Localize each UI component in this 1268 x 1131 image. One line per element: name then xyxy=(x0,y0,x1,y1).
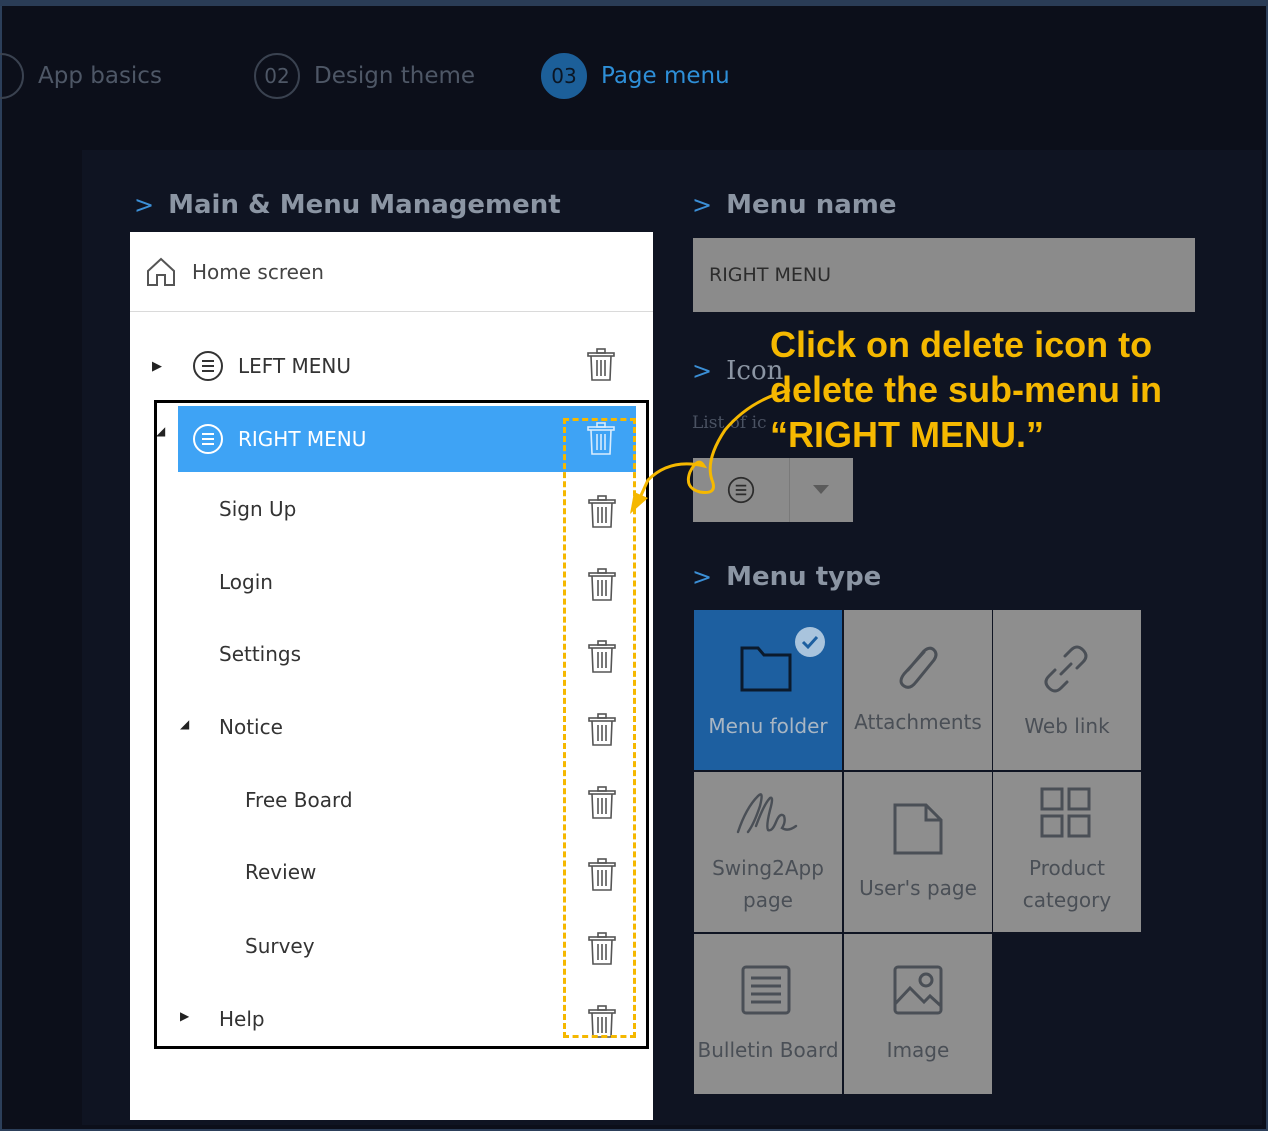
check-circle-icon xyxy=(795,627,825,657)
menu-name-input[interactable]: RIGHT MENU xyxy=(693,238,1195,312)
chevron-down-icon[interactable] xyxy=(813,485,829,495)
step-number xyxy=(0,53,24,99)
image-icon xyxy=(893,965,943,1015)
menu-type-image[interactable]: Image xyxy=(844,934,992,1094)
tree-item-label: LEFT MENU xyxy=(238,354,351,378)
expand-triangle-icon[interactable]: ▶ xyxy=(152,359,162,374)
step-design-theme[interactable]: 02 Design theme xyxy=(254,53,476,99)
menu-type-swing2app-page[interactable]: Swing2App page xyxy=(694,772,842,932)
annotation-callout: Click on delete icon to delete the sub-m… xyxy=(770,322,1210,457)
trash-icon[interactable] xyxy=(586,348,616,382)
signature-icon xyxy=(736,793,798,834)
menu-type-label-line2: category xyxy=(1022,888,1112,912)
menu-lines-icon xyxy=(193,351,223,381)
section-title-menu-name: > Menu name xyxy=(692,190,897,220)
home-icon xyxy=(147,257,175,286)
paperclip-icon xyxy=(899,646,938,689)
home-screen-label: Home screen xyxy=(192,259,324,284)
section-title-menu-type: > Menu type xyxy=(692,562,882,592)
annotation-line: “RIGHT MENU.” xyxy=(770,414,1044,455)
menu-type-product-category[interactable]: Product category xyxy=(993,772,1141,932)
step-number: 03 xyxy=(541,53,587,99)
page-icon xyxy=(893,803,943,855)
section-title-main-menu: > Main & Menu Management xyxy=(134,190,561,220)
menu-type-label-line1: Swing2App xyxy=(712,856,824,880)
folder-icon xyxy=(740,646,792,692)
link-icon xyxy=(1044,645,1088,693)
grid-icon xyxy=(1040,787,1091,838)
menu-type-attachments[interactable]: Attachments xyxy=(844,610,992,770)
annotation-arrow xyxy=(630,388,791,514)
menu-type-label: User's page xyxy=(859,876,977,900)
menu-type-label: Menu folder xyxy=(708,714,828,738)
menu-type-menu-folder[interactable]: Menu folder xyxy=(694,610,842,770)
menu-type-label-line1: Product xyxy=(1029,856,1105,880)
home-screen-item[interactable]: Home screen xyxy=(130,232,653,312)
menu-type-label: Web link xyxy=(1024,714,1110,738)
chevron-right-icon: > xyxy=(692,563,713,591)
chevron-right-icon: > xyxy=(134,191,155,219)
menu-type-label: Image xyxy=(886,1038,950,1062)
step-label: Design theme xyxy=(314,63,476,89)
step-label: App basics xyxy=(38,63,162,89)
annotation-line: delete the sub-menu in xyxy=(770,369,1163,410)
menu-type-users-page[interactable]: User's page xyxy=(844,772,992,932)
chevron-right-icon: > xyxy=(692,191,713,219)
menu-type-label: Bulletin Board xyxy=(697,1038,839,1062)
menu-type-label-line2: page xyxy=(743,888,793,912)
bulletin-board-icon xyxy=(741,965,791,1015)
tree-item-left-menu[interactable]: ▶ LEFT MENU xyxy=(130,334,653,398)
annotation-line: Click on delete icon to xyxy=(770,324,1153,365)
step-app-basics[interactable]: App basics xyxy=(0,53,162,99)
menu-type-bulletin-board[interactable]: Bulletin Board xyxy=(694,934,842,1094)
menu-type-label: Attachments xyxy=(854,710,982,734)
step-page-menu[interactable]: 03 Page menu xyxy=(541,53,730,99)
step-label: Page menu xyxy=(601,63,730,89)
window-top-bar xyxy=(0,0,1268,6)
step-number: 02 xyxy=(254,53,300,99)
menu-type-web-link[interactable]: Web link xyxy=(993,610,1141,770)
